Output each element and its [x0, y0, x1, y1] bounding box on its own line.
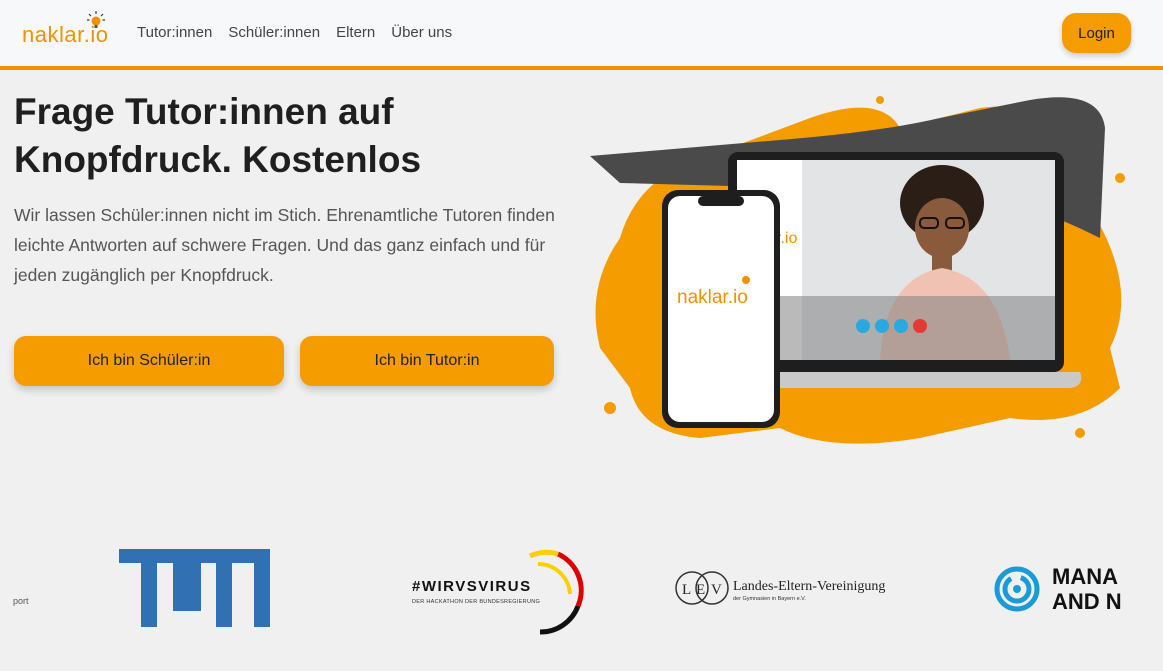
lev-emblem-icon: L E V	[675, 571, 729, 605]
nav-link-tutorinnen[interactable]: Tutor:innen	[137, 24, 212, 41]
partner-logos: port #WIRVSVIRUS DER HACKATHON DER BUNDE…	[0, 540, 1163, 640]
manage-and-more-logo: MANA AND N	[992, 562, 1124, 618]
svg-text:E: E	[696, 582, 705, 598]
lev-logo: L E V Landes-Eltern-Vereinigung der Gymn…	[675, 566, 905, 610]
phone-lightbulb-icon	[742, 276, 750, 284]
student-cta-button[interactable]: Ich bin Schüler:in	[14, 336, 284, 386]
phone-mockup: naklar.io	[662, 190, 780, 428]
fingerprint-icon	[994, 566, 1040, 612]
login-button[interactable]: Login	[1062, 13, 1131, 53]
camera-icon	[856, 319, 870, 333]
tum-logo	[119, 549, 270, 627]
svg-text:L: L	[682, 582, 691, 598]
manage-line-2: AND N	[1052, 589, 1122, 614]
manage-text: MANA AND N	[1052, 564, 1122, 614]
naklar-logo[interactable]: naklar.io	[22, 11, 108, 52]
nav-link-schuelerinnen[interactable]: Schüler:innen	[228, 24, 320, 41]
svg-text:V: V	[711, 582, 722, 598]
lev-title: Landes-Eltern-Vereinigung	[733, 579, 886, 594]
add-icon	[894, 319, 908, 333]
main-nav: Tutor:innen Schüler:innen Eltern Über un…	[137, 24, 452, 41]
nav-link-ueber-uns[interactable]: Über uns	[391, 24, 452, 41]
wirvsvirus-subtitle: DER HACKATHON DER BUNDESREGIERUNG	[412, 599, 541, 605]
hang-up-icon	[913, 319, 927, 333]
hero-illustration: r.io naklar.io	[590, 96, 1125, 444]
lightbulb-icon	[87, 11, 105, 28]
nav-link-eltern[interactable]: Eltern	[336, 24, 375, 41]
wirvsvirus-title: #WIRVSVIRUS	[412, 578, 532, 595]
wirvsvirus-logo: #WIRVSVIRUS DER HACKATHON DER BUNDESREGI…	[410, 546, 600, 636]
manage-line-1: MANA	[1052, 564, 1118, 589]
microphone-icon	[875, 319, 889, 333]
phone-screen-logo: naklar.io	[677, 287, 748, 308]
hero-description: Wir lassen Schüler:innen nicht im Stich.…	[14, 205, 555, 285]
lev-subtitle: der Gymnasien in Bayern e.V.	[733, 596, 806, 602]
tutor-cta-button[interactable]: Ich bin Tutor:in	[300, 336, 554, 386]
top-navbar: naklar.io Tutor:innen Schüler:innen Elte…	[0, 0, 1163, 70]
hero-title: Frage Tutor:innen auf Knopfdruck. Kosten…	[14, 91, 422, 180]
partial-partner-logo: port	[13, 596, 29, 606]
